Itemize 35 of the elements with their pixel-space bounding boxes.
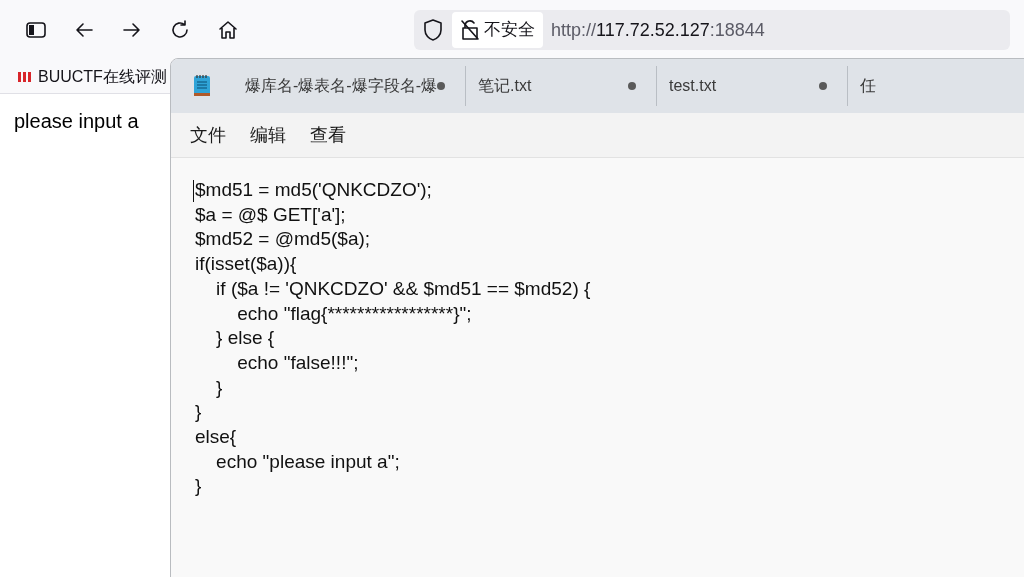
url-text: http://117.72.52.127:18844 bbox=[551, 18, 765, 42]
file-tab[interactable]: 爆库名-爆表名-爆字段名-爆 bbox=[233, 66, 466, 106]
file-tab[interactable]: test.txt bbox=[657, 66, 848, 106]
code-line: } bbox=[195, 400, 202, 425]
code-line: else{ bbox=[195, 425, 237, 450]
favicon-icon bbox=[18, 70, 32, 83]
address-bar[interactable]: 不安全 http://117.72.52.127:18844 bbox=[414, 10, 1010, 50]
file-tab[interactable]: 笔记.txt bbox=[466, 66, 657, 106]
code-line: $a = @$ GET['a']; bbox=[195, 202, 346, 227]
forward-arrow-icon bbox=[122, 22, 142, 38]
menu-item[interactable]: 文件 bbox=[179, 117, 237, 153]
menu-item[interactable]: 查看 bbox=[299, 117, 357, 153]
shield-icon bbox=[422, 18, 444, 42]
notepad-icon bbox=[193, 73, 211, 99]
sidebar-icon bbox=[26, 22, 46, 38]
unlocked-padlock-icon bbox=[460, 19, 480, 41]
text-cursor bbox=[193, 180, 194, 202]
code-line: } else { bbox=[215, 326, 275, 351]
code-line: } bbox=[195, 474, 202, 499]
file-tab[interactable]: 任 bbox=[848, 66, 1024, 106]
code-line: if ($a != 'QNKCDZO' && $md51 == $md52) { bbox=[215, 276, 591, 301]
page-text: please input a bbox=[14, 110, 139, 132]
code-line: $md51 = md5('QNKCDZO'); bbox=[195, 178, 432, 202]
code-line: echo "flag{*****************}"; bbox=[236, 301, 472, 326]
home-icon bbox=[218, 20, 238, 40]
code-line: echo "please input a"; bbox=[215, 449, 400, 474]
code-line: if(isset($a)){ bbox=[195, 252, 297, 277]
bookmark[interactable]: BUUCTF在线评测 bbox=[18, 64, 167, 89]
code-line: $md52 = @md5($a); bbox=[195, 227, 371, 252]
code-line: echo "false!!!"; bbox=[236, 350, 359, 375]
back-arrow-icon bbox=[74, 22, 94, 38]
reload-icon bbox=[170, 20, 190, 40]
security-button[interactable]: 不安全 bbox=[452, 12, 543, 48]
code-line: } bbox=[215, 375, 223, 400]
menu-item[interactable]: 编辑 bbox=[239, 117, 297, 153]
